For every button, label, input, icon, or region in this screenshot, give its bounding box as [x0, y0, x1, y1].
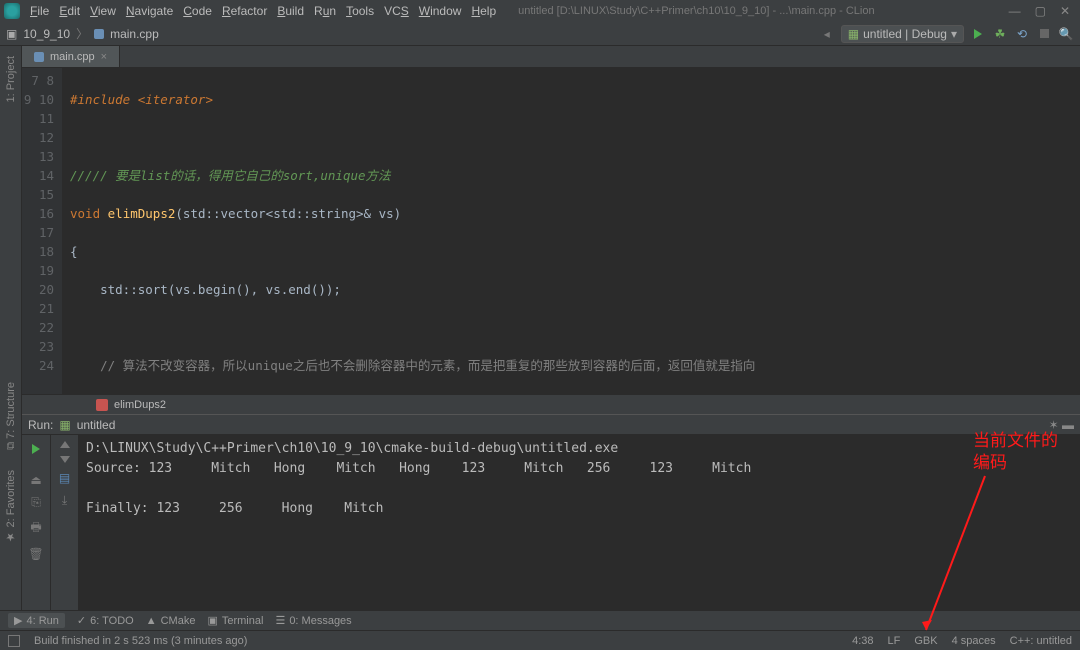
- menu-run[interactable]: Run: [314, 4, 336, 18]
- menu-edit[interactable]: Edit: [59, 4, 80, 18]
- trash-button[interactable]: 🗑: [28, 547, 43, 561]
- tab-label: main.cpp: [50, 51, 95, 63]
- menu-navigate[interactable]: Navigate: [126, 4, 173, 18]
- tw-cmake[interactable]: ▲ CMake: [146, 615, 196, 627]
- rerun-button[interactable]: [28, 441, 44, 457]
- menu-build[interactable]: Build: [277, 4, 304, 18]
- caret-position[interactable]: 4:38: [852, 635, 873, 647]
- down-icon[interactable]: [60, 456, 70, 463]
- folder-icon: ▣: [6, 27, 17, 41]
- close-icon[interactable]: ✕: [1060, 4, 1070, 18]
- run-toolbar-left: ⏏ ⎘ 🖶 🗑: [22, 435, 50, 610]
- line-separator[interactable]: LF: [888, 635, 901, 647]
- tw-todo[interactable]: ✓ 6: TODO: [77, 614, 134, 627]
- run-config-select[interactable]: ▦ untitled | Debug ▾: [841, 25, 964, 43]
- breadcrumb-file[interactable]: main.cpp: [110, 27, 159, 41]
- tw-run[interactable]: ▶ 4: Run: [8, 613, 65, 628]
- context[interactable]: C++: untitled: [1010, 635, 1072, 647]
- code-editor[interactable]: 7 8 9 10 11 12 13 14 15 16 17 18 19 20 2…: [22, 68, 1080, 394]
- run-config-label: untitled | Debug: [863, 27, 947, 41]
- run-tab[interactable]: untitled: [77, 418, 116, 432]
- stop-button[interactable]: [1036, 26, 1052, 42]
- app-logo: [4, 3, 20, 19]
- run-tool-window: Run: ▦ untitled ✶ ▬ ⏏ ⎘ 🖶 🗑: [22, 414, 1080, 610]
- structure-tool-button[interactable]: ⧉ 7: Structure: [5, 382, 17, 450]
- cpp-file-icon: [34, 52, 44, 62]
- structure-breadcrumb: elimDups2: [22, 394, 1080, 414]
- status-bar: Build finished in 2 s 523 ms (3 minutes …: [0, 630, 1080, 650]
- tool-window-bar: ▶ 4: Run ✓ 6: TODO ▲ CMake ▣ Terminal ☰ …: [0, 610, 1080, 630]
- favorites-tool-button[interactable]: ★ 2: Favorites: [4, 470, 17, 544]
- navigation-bar: ▣ 10_9_10 〉 main.cpp ◂ ▦ untitled | Debu…: [0, 22, 1080, 46]
- menu-refactor[interactable]: Refactor: [222, 4, 267, 18]
- menu-window[interactable]: Window: [419, 4, 462, 18]
- project-tool-button[interactable]: 1: Project: [5, 56, 17, 102]
- chevron-down-icon: ▾: [951, 27, 957, 41]
- attach-button[interactable]: ⟲: [1014, 26, 1030, 42]
- function-icon: [96, 399, 108, 411]
- output-button[interactable]: ⎘: [31, 495, 41, 510]
- chevron-right-icon: 〉: [76, 25, 88, 42]
- run-label: Run:: [28, 418, 53, 432]
- scroll-button[interactable]: ⤓: [62, 493, 67, 508]
- exit-button[interactable]: ⏏: [30, 473, 41, 487]
- menu-bar: File Edit View Navigate Code Refactor Bu…: [0, 0, 1080, 22]
- left-tool-rail: 1: Project ⧉ 7: Structure ★ 2: Favorites: [0, 46, 22, 610]
- run-button[interactable]: [970, 26, 986, 42]
- gutter: 7 8 9 10 11 12 13 14 15 16 17 18 19 20 2…: [22, 68, 62, 394]
- tw-messages[interactable]: ☰ 0: Messages: [275, 614, 351, 627]
- tab-close-icon[interactable]: ×: [101, 51, 107, 63]
- debug-button[interactable]: ☘: [992, 26, 1008, 42]
- wrap-button[interactable]: ▤: [59, 471, 70, 485]
- build-status: Build finished in 2 s 523 ms (3 minutes …: [34, 635, 247, 647]
- editor-tab-main[interactable]: main.cpp ×: [22, 46, 120, 67]
- print-button[interactable]: 🖶: [30, 518, 41, 539]
- console-output[interactable]: D:\LINUX\Study\C++Primer\ch10\10_9_10\cm…: [78, 435, 1080, 610]
- menu-tools[interactable]: Tools: [346, 4, 374, 18]
- file-encoding[interactable]: GBK: [914, 635, 937, 647]
- window-title: untitled [D:\LINUX\Study\C++Primer\ch10\…: [518, 5, 998, 17]
- menu-file[interactable]: File: [30, 4, 49, 18]
- menu-help[interactable]: Help: [471, 4, 496, 18]
- code-area[interactable]: #include <iterator> ///// 要是list的话，得用它自己…: [62, 68, 1080, 394]
- menu-view[interactable]: View: [90, 4, 116, 18]
- cpp-file-icon: [94, 29, 104, 39]
- menu-vcs[interactable]: VCS: [384, 4, 409, 18]
- indent-setting[interactable]: 4 spaces: [952, 635, 996, 647]
- menu-code[interactable]: Code: [183, 4, 212, 18]
- search-icon[interactable]: 🔍: [1058, 26, 1074, 42]
- editor-tabs: main.cpp ×: [22, 46, 1080, 68]
- prev-button[interactable]: ◂: [819, 26, 835, 42]
- maximize-icon[interactable]: ▢: [1035, 4, 1046, 18]
- status-icon[interactable]: [8, 635, 20, 647]
- minimize-icon[interactable]: —: [1009, 4, 1021, 18]
- breadcrumb-folder[interactable]: 10_9_10: [23, 27, 70, 41]
- tw-terminal[interactable]: ▣ Terminal: [207, 614, 263, 627]
- up-icon[interactable]: [60, 441, 70, 448]
- run-toolbar-nav: ▤ ⤓: [50, 435, 78, 610]
- breadcrumb-fn[interactable]: elimDups2: [114, 399, 166, 411]
- settings-icon[interactable]: ✶ ▬: [1049, 418, 1074, 432]
